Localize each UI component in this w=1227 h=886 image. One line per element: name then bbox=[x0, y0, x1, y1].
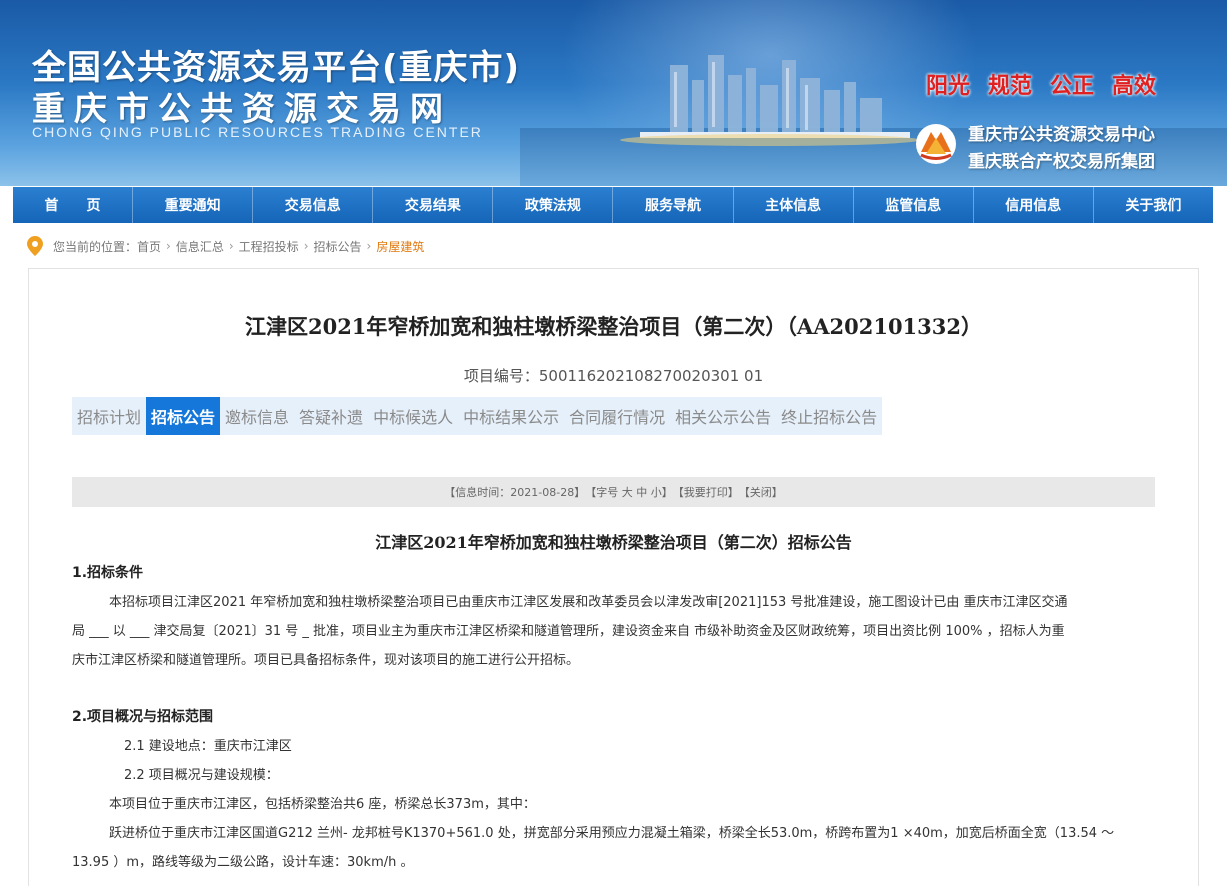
nav-item-home[interactable]: 首 页 bbox=[13, 187, 134, 223]
nav-item-notices[interactable]: 重要通知 bbox=[133, 187, 254, 223]
site-banner: 全国公共资源交易平台(重庆市) 重庆市公共资源交易网 CHONG QING PU… bbox=[0, 0, 1227, 186]
paragraph-line: 庆市江津区桥梁和隧道管理所。项目已具备招标条件，现对该项目的施工进行公开招标。 bbox=[72, 653, 580, 668]
section-heading: 1.招标条件 bbox=[72, 565, 144, 581]
process-tabs: 招标计划 招标公告 邀标信息 答疑补遗 中标候选人 中标结果公示 合同履行情况 … bbox=[72, 397, 883, 435]
tab-bid-announcement[interactable]: 招标公告 bbox=[146, 397, 221, 435]
announcement-body: 1.招标条件 本招标项目江津区2021 年窄桥加宽和独柱墩桥梁整治项目已由重庆市… bbox=[72, 559, 1152, 877]
tab-termination-notice[interactable]: 终止招标公告 bbox=[776, 397, 882, 435]
paragraph-line: 2.1 建设地点：重庆市江津区 bbox=[124, 739, 292, 754]
org-logo-icon bbox=[916, 124, 956, 164]
breadcrumb: 您当前的位置： 首页 › 信息汇总 › 工程招投标 › 招标公告 › 房屋建筑 bbox=[13, 223, 1213, 269]
paragraph-line: 2.2 项目概况与建设规模： bbox=[124, 768, 279, 783]
org-name-line1: 重庆市公共资源交易中心 bbox=[968, 125, 1155, 145]
breadcrumb-bid-announcement[interactable]: 招标公告 bbox=[314, 238, 362, 255]
announcement-title: 江津区2021年窄桥加宽和独柱墩桥梁整治项目（第二次）招标公告 bbox=[375, 533, 852, 552]
content-panel: 江津区2021年窄桥加宽和独柱墩桥梁整治项目（第二次）（AA202101332）… bbox=[28, 268, 1199, 886]
slogan: 规范 bbox=[988, 74, 1033, 99]
nav-item-service-guide[interactable]: 服务导航 bbox=[613, 187, 734, 223]
tab-winning-candidates[interactable]: 中标候选人 bbox=[368, 397, 458, 435]
slogan: 公正 bbox=[1050, 74, 1095, 99]
project-code: 项目编号：500116202108270020301 01 bbox=[29, 365, 1198, 386]
org-name-line2: 重庆联合产权交易所集团 bbox=[968, 152, 1155, 172]
breadcrumb-engineering-bidding[interactable]: 工程招投标 bbox=[239, 238, 299, 255]
tab-award-result[interactable]: 中标结果公示 bbox=[458, 397, 564, 435]
close-link[interactable]: 【关闭】 bbox=[739, 484, 783, 500]
paragraph-line: 本招标项目江津区2021 年窄桥加宽和独柱墩桥梁整治项目已由重庆市江津区发展和改… bbox=[109, 595, 1068, 610]
section-heading: 2.项目概况与招标范围 bbox=[72, 709, 214, 725]
tab-qa-addendum[interactable]: 答疑补遗 bbox=[294, 397, 368, 435]
paragraph-line: 本项目位于重庆市江津区，包括桥梁整治共6 座，桥梁总长373m，其中： bbox=[109, 797, 536, 812]
slogan: 阳光 bbox=[926, 74, 971, 99]
info-time: 【信息时间：2021-08-28】 bbox=[444, 486, 586, 499]
breadcrumb-prefix: 您当前的位置： bbox=[53, 239, 138, 254]
breadcrumb-separator: › bbox=[303, 239, 309, 253]
nav-item-about[interactable]: 关于我们 bbox=[1094, 187, 1213, 223]
tab-related-notices[interactable]: 相关公示公告 bbox=[670, 397, 776, 435]
breadcrumb-info-summary[interactable]: 信息汇总 bbox=[176, 238, 224, 255]
breadcrumb-current[interactable]: 房屋建筑 bbox=[376, 238, 424, 255]
city-skyline-illustration bbox=[620, 55, 920, 146]
font-size-control[interactable]: 【字号 大 中 小】 bbox=[585, 484, 673, 500]
tab-contract-performance[interactable]: 合同履行情况 bbox=[564, 397, 670, 435]
nav-item-trade-info[interactable]: 交易信息 bbox=[253, 187, 374, 223]
breadcrumb-separator: › bbox=[166, 239, 171, 253]
project-code-value: 500116202108270020301 01 bbox=[538, 367, 764, 385]
breadcrumb-home[interactable]: 首页 bbox=[137, 238, 161, 255]
location-pin-icon bbox=[27, 236, 43, 256]
paragraph-line: 局 ___ 以 ___ 津交局复〔2021〕31 号 _ 批准，项目业主为重庆市… bbox=[72, 624, 1065, 639]
project-title: 江津区2021年窄桥加宽和独柱墩桥梁整治项目（第二次）（AA202101332） bbox=[244, 314, 983, 339]
print-link[interactable]: 【我要打印】 bbox=[673, 484, 739, 500]
slogan: 高效 bbox=[1112, 74, 1157, 99]
slogan-group: 阳光 规范 公正 高效 bbox=[926, 68, 1156, 100]
breadcrumb-separator: › bbox=[366, 239, 372, 253]
main-nav: 首 页 重要通知 交易信息 交易结果 政策法规 服务导航 主体信息 监管信息 信… bbox=[13, 187, 1213, 223]
paragraph-line: 跃进桥位于重庆市江津区国道G212 兰州- 龙邦桩号K1370+561.0 处，… bbox=[109, 826, 1115, 841]
nav-item-supervision[interactable]: 监管信息 bbox=[854, 187, 974, 223]
breadcrumb-separator: › bbox=[228, 239, 234, 253]
nav-item-entity-info[interactable]: 主体信息 bbox=[734, 187, 854, 223]
info-toolbar: 【信息时间：2021-08-28】 【字号 大 中 小】 【我要打印】 【关闭】 bbox=[72, 477, 1155, 507]
nav-item-policies[interactable]: 政策法规 bbox=[493, 187, 614, 223]
nav-item-credit[interactable]: 信用信息 bbox=[974, 187, 1094, 223]
tab-invitation-info[interactable]: 邀标信息 bbox=[220, 397, 294, 435]
nav-item-trade-results[interactable]: 交易结果 bbox=[373, 187, 494, 223]
tab-bid-plan[interactable]: 招标计划 bbox=[72, 397, 146, 435]
site-title-english: CHONG QING PUBLIC RESOURCES TRADING CENT… bbox=[32, 124, 483, 140]
project-code-label: 项目编号： bbox=[463, 367, 539, 385]
site-subtitle: 重庆市公共资源交易网 bbox=[32, 89, 452, 128]
paragraph-line: 13.95 ）m，路线等级为二级公路，设计车速：30km/h 。 bbox=[72, 855, 414, 870]
